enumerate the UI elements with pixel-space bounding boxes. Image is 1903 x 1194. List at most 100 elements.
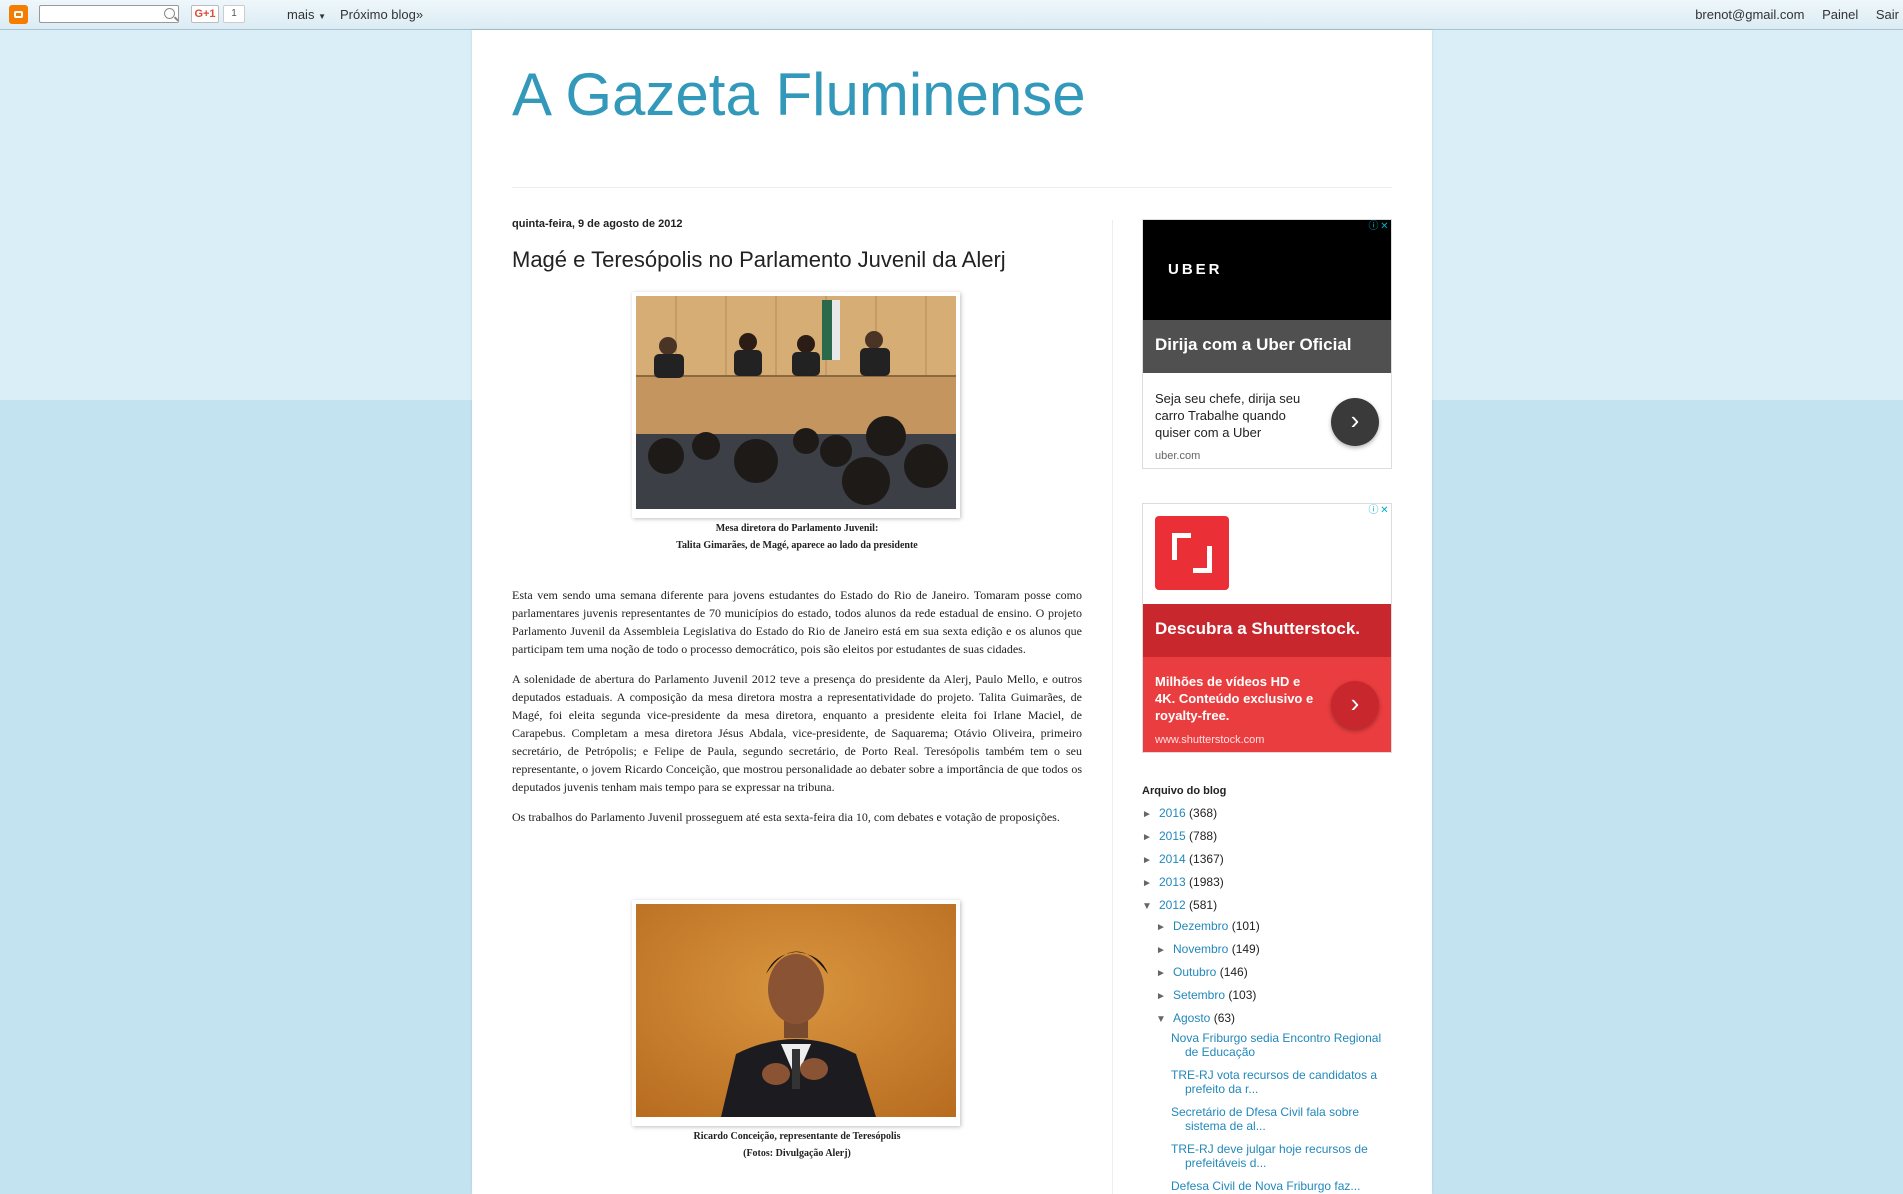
archive-count: (101): [1231, 919, 1260, 933]
uber-ad-url[interactable]: uber.com: [1155, 450, 1200, 462]
uber-ad-banner[interactable]: UBER: [1143, 220, 1391, 320]
blogger-navbar: G+1 1 mais ▼ Próximo blog» brenot@gmail.…: [0, 0, 1903, 30]
expand-toggle-icon[interactable]: ►: [1156, 991, 1173, 1002]
archive-year-link[interactable]: 2013: [1159, 875, 1186, 889]
archive-post-link[interactable]: Secretário de Dfesa Civil fala sobre sis…: [1171, 1105, 1391, 1133]
expand-toggle-icon[interactable]: ►: [1142, 809, 1159, 820]
ad-controls: ⓘ ✕: [1368, 505, 1390, 516]
shutterstock-ad-band[interactable]: Descubra a Shutterstock.: [1143, 604, 1391, 657]
archive-post-link[interactable]: Defesa Civil de Nova Friburgo faz...: [1171, 1179, 1391, 1193]
ad-controls: ⓘ ✕: [1368, 221, 1390, 232]
close-icon[interactable]: ✕: [1379, 505, 1390, 516]
uber-logo: UBER: [1168, 261, 1223, 278]
search-input[interactable]: [39, 5, 179, 23]
archive-month-item[interactable]: ▼ Agosto (63): [1156, 1011, 1235, 1025]
caption-line: Mesa diretora do Parlamento Juvenil:: [715, 523, 879, 534]
caption-line: (Fotos: Divulgação Alerj): [743, 1148, 851, 1159]
next-blog-link[interactable]: Próximo blog»: [340, 7, 423, 22]
shutterstock-logo-icon[interactable]: [1155, 516, 1229, 590]
archive-post-link[interactable]: TRE-RJ vota recursos de candidatos a pre…: [1171, 1068, 1391, 1096]
caption-line: Talita Gimarães, de Magé, aparece ao lad…: [676, 540, 918, 551]
shutterstock-ad-body[interactable]: Milhões de vídeos HD e 4K. Conteúdo excl…: [1143, 657, 1391, 752]
adchoices-icon[interactable]: ⓘ: [1368, 221, 1379, 232]
post-photo-frame[interactable]: [632, 900, 960, 1126]
shutterstock-ad-url[interactable]: www.shutterstock.com: [1155, 734, 1264, 746]
more-label[interactable]: mais: [287, 7, 314, 22]
blogger-logo-icon[interactable]: [9, 5, 28, 24]
user-email[interactable]: brenot@gmail.com: [1695, 7, 1804, 22]
dashboard-link[interactable]: Painel: [1822, 7, 1858, 22]
archive-count: (146): [1219, 965, 1248, 979]
archive-year-item[interactable]: ► 2015 (788): [1142, 829, 1217, 843]
uber-ad-band[interactable]: Dirija com a Uber Oficial: [1143, 320, 1391, 373]
archive-month-link[interactable]: Novembro: [1173, 942, 1228, 956]
archive-year-link[interactable]: 2015: [1159, 829, 1186, 843]
parliament-board-photo[interactable]: [636, 296, 956, 509]
post-photo-frame[interactable]: [632, 292, 960, 518]
search-icon[interactable]: [164, 8, 175, 19]
archive-count: (1367): [1189, 852, 1224, 866]
archive-month-item[interactable]: ► Novembro (149): [1156, 942, 1260, 956]
archive-year-item[interactable]: ► 2016 (368): [1142, 806, 1217, 820]
collapse-toggle-icon[interactable]: ▼: [1142, 901, 1159, 912]
archive-year-item[interactable]: ► 2014 (1367): [1142, 852, 1224, 866]
archive-year-item[interactable]: ▼ 2012 (581): [1142, 898, 1217, 912]
gplus-count: 1: [223, 5, 245, 23]
post-body: Esta vem sendo uma semana diferente para…: [512, 586, 1082, 838]
shutterstock-ad-description[interactable]: Milhões de vídeos HD e 4K. Conteúdo excl…: [1155, 673, 1315, 724]
post-paragraph: Os trabalhos do Parlamento Juvenil pross…: [512, 810, 1060, 824]
expand-toggle-icon[interactable]: ►: [1156, 968, 1173, 979]
archive-month-link[interactable]: Agosto: [1173, 1011, 1210, 1025]
photo1-caption: Mesa diretora do Parlamento Juvenil: Tal…: [512, 520, 1082, 554]
blog-title[interactable]: A Gazeta Fluminense: [512, 60, 1086, 129]
archive-month-link[interactable]: Setembro: [1173, 988, 1225, 1002]
expand-toggle-icon[interactable]: ►: [1142, 878, 1159, 889]
chevron-right-icon[interactable]: ›: [1331, 681, 1379, 729]
shutterstock-ad[interactable]: Descubra a Shutterstock. Milhões de víde…: [1142, 503, 1392, 753]
archive-count: (581): [1189, 898, 1218, 912]
chevron-down-icon: ▼: [318, 12, 326, 21]
archive-month-item[interactable]: ► Outubro (146): [1156, 965, 1248, 979]
archive-post-link[interactable]: TRE-RJ deve julgar hoje recursos de pref…: [1171, 1142, 1391, 1170]
post-title[interactable]: Magé e Teresópolis no Parlamento Juvenil…: [512, 247, 1006, 273]
expand-toggle-icon[interactable]: ►: [1156, 945, 1173, 956]
page-container: A Gazeta Fluminense quinta-feira, 9 de a…: [472, 30, 1432, 1194]
post-date: quinta-feira, 9 de agosto de 2012: [512, 218, 683, 230]
archive-month-item[interactable]: ► Dezembro (101): [1156, 919, 1260, 933]
expand-toggle-icon[interactable]: ►: [1142, 855, 1159, 866]
uber-ad[interactable]: UBER Dirija com a Uber Oficial Seja seu …: [1142, 219, 1392, 469]
archive-year-link[interactable]: 2012: [1159, 898, 1186, 912]
post-paragraph: Esta vem sendo uma semana diferente para…: [512, 588, 1082, 656]
collapse-toggle-icon[interactable]: ▼: [1156, 1014, 1173, 1025]
caption-line: Ricardo Conceição, representante de Tere…: [693, 1131, 901, 1142]
column-divider: [1112, 220, 1113, 1194]
ricardo-portrait-photo[interactable]: [636, 904, 956, 1117]
archive-count: (368): [1189, 806, 1218, 820]
archive-count: (1983): [1189, 875, 1224, 889]
navbar-user-area: brenot@gmail.com Painel Sair: [1681, 7, 1899, 22]
adchoices-icon[interactable]: ⓘ: [1368, 505, 1379, 516]
expand-toggle-icon[interactable]: ►: [1156, 922, 1173, 933]
archive-year-item[interactable]: ► 2013 (1983): [1142, 875, 1224, 889]
chevron-right-icon[interactable]: ›: [1331, 398, 1379, 446]
expand-toggle-icon[interactable]: ►: [1142, 832, 1159, 843]
archive-month-item[interactable]: ► Setembro (103): [1156, 988, 1256, 1002]
header-divider: [512, 187, 1392, 188]
archive-count: (788): [1189, 829, 1218, 843]
shutterstock-ad-headline[interactable]: Descubra a Shutterstock.: [1155, 619, 1360, 639]
uber-ad-headline[interactable]: Dirija com a Uber Oficial: [1155, 335, 1352, 355]
archive-post-link[interactable]: Nova Friburgo sedia Encontro Regional de…: [1171, 1031, 1391, 1059]
archive-widget-title: Arquivo do blog: [1142, 785, 1227, 797]
archive-month-link[interactable]: Outubro: [1173, 965, 1216, 979]
more-menu[interactable]: mais ▼: [287, 7, 326, 22]
signout-link[interactable]: Sair: [1876, 7, 1899, 22]
photo2-caption: Ricardo Conceição, representante de Tere…: [512, 1128, 1082, 1162]
post-paragraph: A solenidade de abertura do Parlamento J…: [512, 672, 1082, 794]
gplus-button[interactable]: G+1: [191, 5, 219, 23]
archive-year-link[interactable]: 2016: [1159, 806, 1186, 820]
close-icon[interactable]: ✕: [1379, 221, 1390, 232]
archive-count: (103): [1228, 988, 1257, 1002]
uber-ad-description[interactable]: Seja seu chefe, dirija seu carro Trabalh…: [1155, 390, 1315, 441]
archive-year-link[interactable]: 2014: [1159, 852, 1186, 866]
archive-month-link[interactable]: Dezembro: [1173, 919, 1228, 933]
